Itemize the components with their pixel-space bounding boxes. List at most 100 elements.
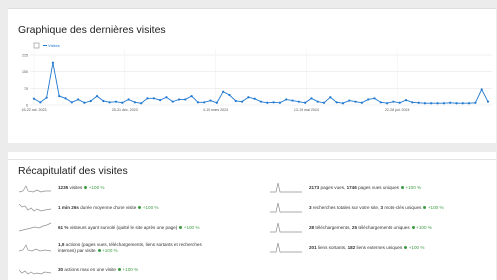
visits-data-point[interactable] [474, 101, 477, 104]
visits-data-point[interactable] [83, 101, 86, 104]
visits-data-point[interactable] [77, 98, 80, 101]
visits-data-point[interactable] [367, 98, 370, 101]
visits-data-point[interactable] [190, 95, 193, 98]
visits-data-point[interactable] [436, 102, 439, 105]
change-percentage: +100 % [408, 245, 425, 250]
sparkline [19, 244, 52, 252]
visits-data-point[interactable] [449, 101, 452, 104]
visits-data-point[interactable] [228, 93, 231, 97]
visits-data-point[interactable] [133, 101, 136, 104]
change-percentage: +100 % [102, 248, 118, 253]
visits-data-point[interactable] [335, 101, 338, 104]
visits-data-point[interactable] [95, 95, 99, 98]
trend-up-icon [179, 225, 183, 229]
visits-data-point[interactable] [285, 98, 288, 101]
metric-label-secondary: mots-clés uniques [383, 205, 422, 210]
legend-label[interactable]: Visites [48, 43, 60, 48]
visits-data-point[interactable] [442, 102, 445, 105]
visits-data-point[interactable] [386, 102, 389, 105]
visits-data-point[interactable] [379, 101, 382, 104]
series-toggle-checkbox[interactable] [33, 42, 40, 49]
visits-data-point[interactable] [89, 99, 92, 103]
sparkline [19, 203, 52, 212]
visits-data-point[interactable] [222, 90, 225, 93]
visits-data-point[interactable] [398, 101, 401, 104]
metric-label: liens sortants, [316, 245, 348, 250]
visits-data-point[interactable] [467, 102, 471, 105]
visits-data-point[interactable] [310, 97, 313, 100]
metric-label: visites [68, 185, 83, 190]
visits-data-point[interactable] [70, 101, 73, 104]
visits-data-point[interactable] [240, 100, 244, 103]
visits-data-point[interactable] [266, 101, 269, 104]
visits-data-point[interactable] [177, 98, 181, 101]
sparkline-path [270, 182, 302, 193]
change-percentage: +100 % [142, 205, 159, 210]
visits-data-point[interactable] [291, 99, 294, 102]
visits-data-point[interactable] [253, 97, 256, 100]
sparkline-path [19, 185, 51, 193]
y-tick-label: 150 [22, 70, 28, 74]
metric-text: 2173 pages vues, 1746 pages vues uniques… [309, 185, 421, 191]
visits-data-point[interactable] [32, 97, 36, 100]
visits-data-point[interactable] [102, 99, 105, 103]
metric-label: recherches totales sur votre site, [311, 205, 381, 210]
visits-data-point[interactable] [322, 101, 326, 104]
sparkline [19, 269, 52, 275]
visits-data-point[interactable] [196, 101, 200, 104]
visits-data-point[interactable] [209, 99, 212, 102]
visits-data-point[interactable] [259, 100, 263, 103]
visits-data-point[interactable] [316, 100, 319, 103]
visits-data-point[interactable] [127, 98, 130, 101]
trend-up-icon [400, 185, 404, 189]
x-tick-label: 4-10 mars 2024 [203, 108, 228, 112]
visits-data-point[interactable] [348, 99, 351, 102]
visits-data-point[interactable] [247, 96, 250, 99]
visits-data-point[interactable] [58, 95, 61, 98]
visits-data-point[interactable] [329, 96, 332, 99]
visits-data-point[interactable] [404, 99, 408, 102]
visits-data-point[interactable] [45, 96, 48, 99]
visits-data-point[interactable] [171, 100, 174, 103]
visits-data-point[interactable] [430, 102, 433, 105]
sparkline [270, 182, 302, 193]
visits-data-point[interactable] [121, 101, 124, 104]
visits-data-point[interactable] [152, 97, 155, 100]
visits-data-point[interactable] [39, 101, 42, 104]
x-tick-label: 25-31 déc. 2023 [112, 108, 138, 112]
visits-data-point[interactable] [159, 99, 162, 102]
visits-data-point[interactable] [272, 101, 275, 104]
visits-data-point[interactable] [373, 97, 376, 100]
visits-data-point[interactable] [354, 100, 357, 103]
visits-data-point[interactable] [51, 61, 55, 64]
visits-data-point[interactable] [480, 88, 483, 91]
visits-data-point[interactable] [360, 101, 363, 104]
visits-data-point[interactable] [461, 102, 464, 105]
visits-data-point[interactable] [297, 100, 300, 103]
visits-data-point[interactable] [304, 101, 307, 104]
visits-data-point[interactable] [64, 97, 67, 100]
visits-data-point[interactable] [165, 96, 168, 99]
metric-text: 1 min 26s durée moyenne d'une visite +100… [58, 205, 159, 211]
sparkline-path [19, 244, 52, 252]
visits-data-point[interactable] [455, 102, 458, 105]
visits-data-point[interactable] [108, 101, 111, 104]
visits-data-point[interactable] [114, 100, 118, 103]
visits-data-point[interactable] [341, 102, 345, 105]
y-tick-label: 75 [24, 87, 28, 91]
visits-data-point[interactable] [423, 102, 427, 105]
visits-data-point[interactable] [146, 97, 149, 100]
visits-data-point[interactable] [417, 101, 420, 104]
trend-up-icon [423, 205, 427, 209]
visits-data-point[interactable] [411, 101, 414, 104]
visits-data-point[interactable] [215, 101, 218, 104]
visits-data-point[interactable] [140, 102, 143, 105]
visits-data-point[interactable] [278, 101, 282, 104]
visits-line-chart[interactable]: Visites 225 150 75 016-22 oct. 2023 25-31 déc… [8, 9, 496, 143]
visits-data-point[interactable] [392, 100, 395, 103]
visits-data-point[interactable] [184, 98, 187, 101]
change-percentage: +100 % [416, 225, 432, 230]
visits-data-point[interactable] [234, 99, 237, 103]
visits-data-point[interactable] [486, 100, 490, 103]
visits-data-point[interactable] [203, 101, 206, 104]
